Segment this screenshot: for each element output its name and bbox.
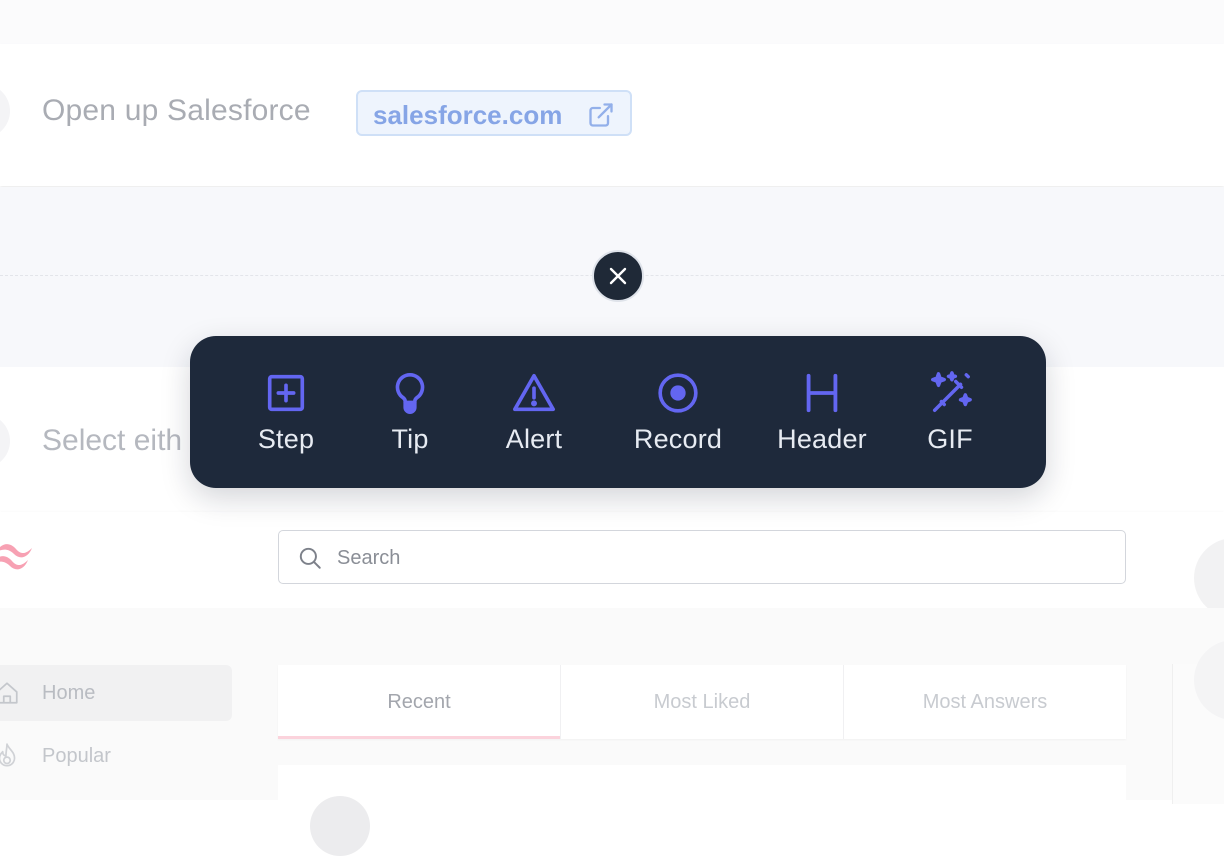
step-title-2: Select eith [42, 424, 183, 457]
insert-header-label: Header [777, 424, 867, 454]
plus-square-icon [267, 374, 305, 412]
brand-logo [0, 540, 36, 579]
insert-alert-button[interactable]: Alert [494, 336, 574, 488]
sidebar-item-home[interactable]: Home [0, 665, 232, 721]
salesforce-link-chip[interactable]: salesforce.com [356, 90, 632, 136]
sidebar-item-label: Popular [42, 745, 111, 767]
lightbulb-icon [395, 372, 425, 414]
link-label: salesforce.com [373, 100, 563, 130]
insert-tip-label: Tip [391, 424, 429, 454]
tab-most-answers[interactable]: Most Answers [844, 665, 1126, 739]
search-input[interactable] [335, 541, 1099, 575]
external-link-icon [587, 101, 615, 134]
insert-step-button[interactable]: Step [250, 336, 322, 488]
step-number-badge [0, 84, 10, 138]
feed-tabs: Recent Most Liked Most Answers [278, 665, 1126, 739]
insert-header-button[interactable]: Header [774, 336, 870, 488]
insert-tip-button[interactable]: Tip [376, 336, 444, 488]
step-card-1: Open up Salesforce salesforce.com [0, 44, 1224, 186]
insert-record-label: Record [633, 424, 723, 454]
tab-most-liked[interactable]: Most Liked [561, 665, 844, 739]
sidebar-item-label: Home [42, 682, 96, 704]
insert-gif-button[interactable]: GIF [920, 336, 980, 488]
insert-step-label: Step [257, 424, 315, 454]
insert-alert-label: Alert [505, 424, 563, 454]
home-icon [0, 680, 20, 711]
tab-recent[interactable]: Recent [278, 665, 561, 739]
step-title: Open up Salesforce [42, 94, 311, 127]
step-number-badge-2 [0, 414, 10, 468]
heading-icon [806, 373, 838, 413]
sidebar-item-popular[interactable]: Popular [0, 730, 232, 784]
fire-icon [0, 742, 20, 775]
search-field[interactable] [278, 530, 1126, 584]
insert-gif-label: GIF [927, 424, 973, 454]
top-strip [0, 0, 1224, 44]
magic-wand-icon [931, 371, 972, 412]
feed-avatar [310, 796, 370, 856]
record-icon [658, 373, 698, 413]
insert-record-button[interactable]: Record [628, 336, 728, 488]
close-insert-button[interactable] [592, 250, 644, 302]
search-icon [297, 545, 323, 576]
feed-card [278, 765, 1126, 805]
insert-toolbar: Step Tip Alert Record Header GIF [190, 336, 1046, 488]
warning-triangle-icon [513, 373, 555, 412]
close-icon [609, 267, 627, 285]
